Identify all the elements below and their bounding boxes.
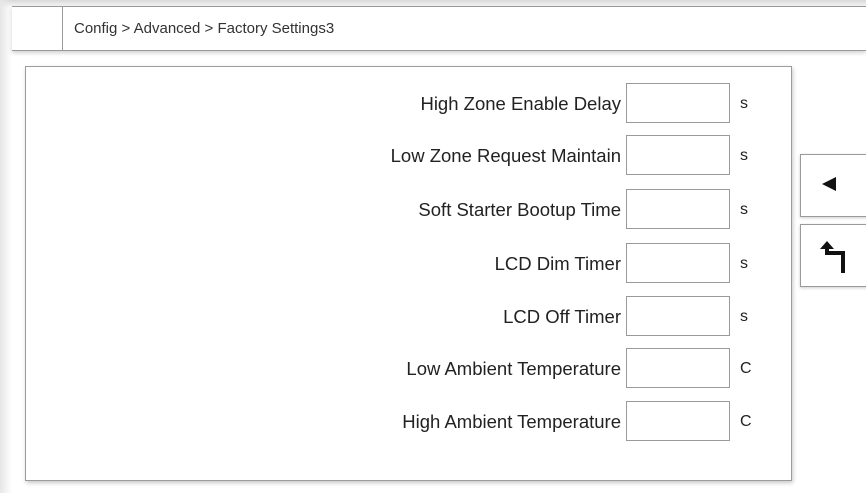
lcd-dim-timer-input[interactable]	[626, 243, 730, 283]
return-arrow-icon	[820, 241, 845, 273]
setting-row-lcd-off-timer: LCD Off Timer s	[26, 296, 791, 338]
setting-label: Low Ambient Temperature	[406, 358, 621, 379]
setting-unit: C	[740, 360, 752, 377]
setting-row-lcd-dim-timer: LCD Dim Timer s	[26, 243, 791, 285]
setting-unit: s	[740, 95, 748, 112]
left-triangle-arrow-icon	[822, 177, 836, 191]
setting-label: High Zone Enable Delay	[420, 93, 621, 114]
back-button[interactable]	[800, 224, 866, 287]
setting-row-high-ambient-temperature: High Ambient Temperature C	[26, 401, 791, 443]
setting-row-low-ambient-temperature: Low Ambient Temperature C	[26, 348, 791, 390]
lcd-off-timer-input[interactable]	[626, 296, 730, 336]
low-ambient-temperature-input[interactable]	[626, 348, 730, 388]
setting-label: LCD Off Timer	[503, 306, 621, 327]
setting-unit: s	[740, 255, 748, 272]
breadcrumb: Config > Advanced > Factory Settings3	[74, 20, 335, 37]
left-edge	[0, 0, 12, 493]
setting-label: High Ambient Temperature	[402, 411, 621, 432]
high-zone-enable-delay-input[interactable]	[626, 83, 730, 123]
setting-label: Low Zone Request Maintain	[390, 145, 621, 166]
setting-unit: C	[740, 413, 752, 430]
setting-unit: s	[740, 308, 748, 325]
setting-row-soft-starter-bootup-time: Soft Starter Bootup Time s	[26, 189, 791, 231]
low-zone-request-maintain-input[interactable]	[626, 135, 730, 175]
header-left-cell	[12, 7, 63, 50]
setting-row-high-zone-enable-delay: High Zone Enable Delay s	[26, 83, 791, 125]
setting-unit: s	[740, 147, 748, 164]
setting-row-low-zone-request-maintain: Low Zone Request Maintain s	[26, 135, 791, 177]
setting-unit: s	[740, 201, 748, 218]
previous-page-button[interactable]	[800, 154, 866, 217]
header-bar: Config > Advanced > Factory Settings3	[12, 6, 866, 51]
settings-panel: High Zone Enable Delay s Low Zone Reques…	[25, 66, 792, 481]
setting-label: Soft Starter Bootup Time	[418, 199, 621, 220]
high-ambient-temperature-input[interactable]	[626, 401, 730, 441]
setting-label: LCD Dim Timer	[494, 253, 621, 274]
soft-starter-bootup-time-input[interactable]	[626, 189, 730, 229]
